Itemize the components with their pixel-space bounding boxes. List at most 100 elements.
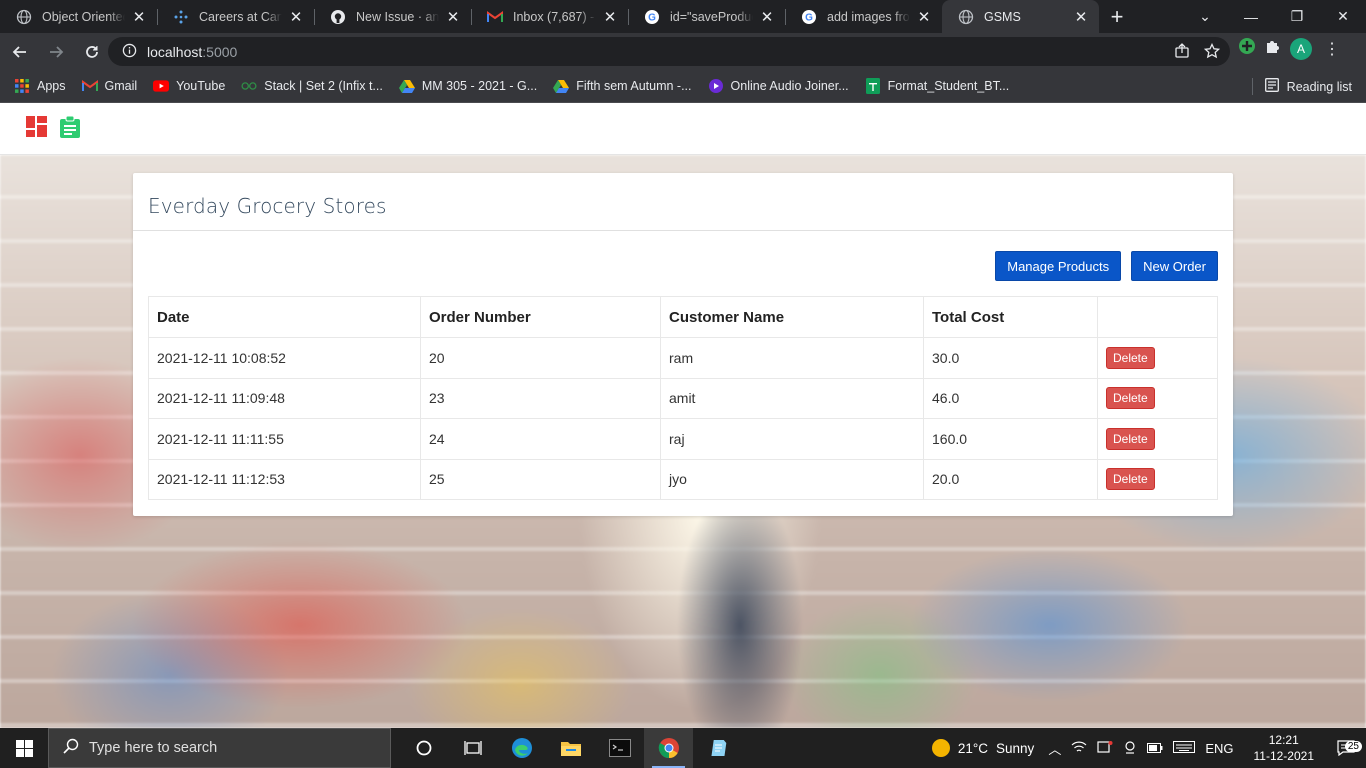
bookmark-gmail[interactable]: Gmail	[81, 78, 137, 94]
close-tab-icon[interactable]: ✕	[602, 9, 618, 26]
sheets-icon	[865, 78, 881, 94]
reading-list-icon	[1264, 78, 1279, 95]
close-tab-icon[interactable]: ✕	[759, 9, 775, 26]
google-icon: G	[801, 9, 817, 25]
clock[interactable]: 12:21 11-12-2021	[1254, 732, 1315, 764]
svg-text:G: G	[805, 12, 813, 23]
svg-text:G: G	[648, 12, 656, 23]
terminal-icon[interactable]	[595, 728, 644, 768]
gmail-icon	[81, 78, 98, 94]
orders-table: Date Order Number Customer Name Total Co…	[148, 296, 1218, 500]
manage-products-button[interactable]: Manage Products	[995, 251, 1122, 281]
orders-card: Everday Grocery Stores Manage Products N…	[133, 173, 1233, 516]
delete-button[interactable]: Delete	[1106, 468, 1155, 491]
menu-kebab-icon[interactable]: ⋮	[1324, 39, 1340, 59]
minimize-icon[interactable]: —	[1228, 9, 1274, 25]
cell-customer-name: ram	[660, 337, 924, 379]
meet-now-icon[interactable]	[1097, 740, 1113, 757]
chrome-icon[interactable]	[644, 728, 693, 768]
reload-icon[interactable]	[76, 36, 108, 68]
browser-tab[interactable]: Object Oriented Programming ✕	[0, 0, 157, 33]
network-icon[interactable]	[1071, 740, 1087, 757]
new-tab-button[interactable]: +	[1099, 0, 1135, 33]
browser-tab[interactable]: G add images from ✕	[785, 0, 942, 33]
bookmark-youtube[interactable]: YouTube	[153, 78, 225, 94]
tab-title: Object Oriented Programming	[42, 9, 125, 24]
browser-tab[interactable]: Careers at Carta ✕	[157, 0, 314, 33]
windows-start-icon[interactable]	[0, 728, 48, 768]
cell-order-number: 20	[420, 337, 661, 379]
bookmark-fifth-sem[interactable]: Fifth sem Autumn -...	[553, 78, 692, 94]
bookmark-star-icon[interactable]	[1203, 42, 1221, 62]
close-tab-icon[interactable]: ✕	[916, 9, 932, 26]
cell-order-number: 23	[420, 377, 661, 419]
bookmark-stack[interactable]: Stack | Set 2 (Infix t...	[241, 78, 383, 94]
taskbar-search-input[interactable]: Type here to search	[48, 728, 391, 768]
close-tab-icon[interactable]: ✕	[1073, 9, 1089, 26]
column-header-order-number: Order Number	[420, 296, 661, 338]
carta-icon	[173, 9, 189, 25]
cell-date: 2021-12-11 10:08:52	[148, 337, 421, 379]
sun-icon	[931, 739, 950, 757]
app-navbar	[0, 103, 1366, 155]
share-icon[interactable]	[1174, 43, 1190, 62]
address-bar[interactable]: localhost:5000	[108, 37, 1230, 66]
back-icon[interactable]	[4, 36, 36, 68]
clipboard-icon[interactable]	[60, 115, 80, 143]
url-text: localhost:5000	[147, 43, 238, 60]
cell-customer-name: jyo	[660, 458, 924, 500]
close-tab-icon[interactable]: ✕	[445, 9, 461, 26]
close-tab-icon[interactable]: ✕	[288, 9, 304, 26]
extensions-puzzle-icon[interactable]	[1264, 37, 1282, 60]
close-window-icon[interactable]: ✕	[1320, 8, 1366, 25]
file-explorer-icon[interactable]	[546, 728, 595, 768]
bookmark-audio-joiner[interactable]: Online Audio Joiner...	[708, 78, 849, 94]
browser-tab[interactable]: Inbox (7,687) - m ✕	[471, 0, 628, 33]
github-icon	[330, 9, 346, 25]
weather-widget[interactable]: 21°C Sunny	[931, 739, 1034, 757]
table-header-row: Date Order Number Customer Name Total Co…	[148, 296, 1218, 338]
notification-center-icon[interactable]: 25	[1326, 740, 1366, 756]
window-controls: ⌄ — ❐ ✕	[1182, 0, 1366, 33]
forward-icon[interactable]	[40, 36, 72, 68]
restore-icon[interactable]: ❐	[1274, 8, 1320, 25]
browser-tab[interactable]: New Issue · anand ✕	[314, 0, 471, 33]
bookmark-format-student[interactable]: Format_Student_BT...	[865, 78, 1009, 94]
chevron-up-icon[interactable]: ︿	[1048, 739, 1061, 758]
table-row: 2021-12-11 11:12:53 25 jyo 20.0 Delete	[148, 458, 1218, 500]
close-tab-icon[interactable]: ✕	[131, 9, 147, 26]
battery-icon[interactable]	[1147, 741, 1163, 756]
delete-button[interactable]: Delete	[1106, 427, 1155, 450]
google-icon: G	[644, 9, 660, 25]
tab-title: id="saveProduct"	[670, 9, 753, 24]
tab-search-icon[interactable]: ⌄	[1182, 8, 1228, 25]
camera-icon[interactable]	[1123, 740, 1137, 757]
bookmark-apps[interactable]: Apps	[14, 78, 66, 94]
bookmarks-bar: Apps Gmail YouTube Stack | Set 2 (Infix …	[0, 70, 1366, 103]
task-view-icon[interactable]	[448, 728, 497, 768]
cell-customer-name: amit	[660, 377, 924, 419]
cortana-icon[interactable]	[399, 728, 448, 768]
extension-icon[interactable]	[1238, 37, 1256, 60]
geeksforgeeks-icon	[241, 78, 257, 94]
cell-date: 2021-12-11 11:11:55	[148, 418, 421, 460]
tab-title: Inbox (7,687) - m	[513, 9, 596, 24]
column-header-total-cost: Total Cost	[923, 296, 1098, 338]
profile-avatar[interactable]: A	[1290, 37, 1312, 60]
notepad-icon[interactable]	[693, 728, 742, 768]
tab-title: GSMS	[984, 9, 1021, 24]
delete-button[interactable]: Delete	[1106, 346, 1155, 369]
keyboard-icon[interactable]	[1173, 740, 1196, 756]
new-order-button[interactable]: New Order	[1131, 251, 1218, 281]
language-indicator[interactable]: ENG	[1205, 741, 1233, 756]
bookmark-mm305[interactable]: MM 305 - 2021 - G...	[398, 78, 537, 94]
apps-grid-icon	[14, 78, 30, 94]
search-icon	[63, 738, 79, 758]
reading-list-button[interactable]: Reading list	[1251, 78, 1352, 95]
browser-tab-active[interactable]: GSMS ✕	[942, 0, 1099, 33]
browser-tab[interactable]: G id="saveProduct" ✕	[628, 0, 785, 33]
site-info-icon[interactable]	[122, 43, 137, 61]
delete-button[interactable]: Delete	[1106, 387, 1155, 410]
dashboard-logo-icon[interactable]	[26, 116, 47, 142]
edge-icon[interactable]	[497, 728, 546, 768]
